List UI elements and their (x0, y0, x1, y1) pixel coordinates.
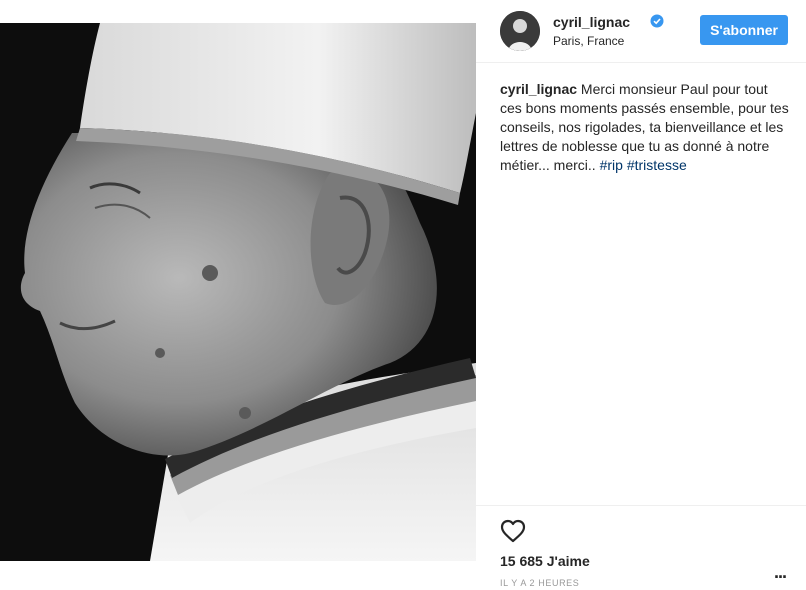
hashtag-tristesse-link[interactable]: #tristesse (627, 157, 687, 173)
post-timestamp[interactable]: IL Y A 2 HEURES (500, 578, 579, 588)
post-sidebar: cyril_lignac Paris, France S'abonner cyr… (476, 0, 806, 590)
location-link[interactable]: Paris, France (553, 34, 624, 48)
chef-portrait-image (0, 23, 476, 561)
avatar[interactable] (500, 11, 540, 51)
header-divider (476, 62, 806, 63)
post-header: cyril_lignac Paris, France S'abonner (500, 11, 796, 51)
hashtag-rip-link[interactable]: #rip (600, 157, 623, 173)
likes-label: J'aime (542, 553, 590, 569)
more-options-icon[interactable]: ... (774, 562, 787, 583)
actions-divider (476, 505, 806, 506)
heart-icon[interactable] (500, 519, 526, 543)
likes-count[interactable]: 15 685 J'aime (500, 553, 590, 569)
follow-button[interactable]: S'abonner (700, 15, 788, 45)
caption-username-link[interactable]: cyril_lignac (500, 81, 577, 97)
username-link[interactable]: cyril_lignac (553, 14, 630, 30)
likes-number: 15 685 (500, 553, 543, 569)
verified-badge-icon (650, 14, 664, 28)
post-caption: cyril_lignac Merci monsieur Paul pour to… (500, 80, 790, 175)
avatar-image (500, 11, 540, 51)
post-photo[interactable] (0, 23, 476, 561)
